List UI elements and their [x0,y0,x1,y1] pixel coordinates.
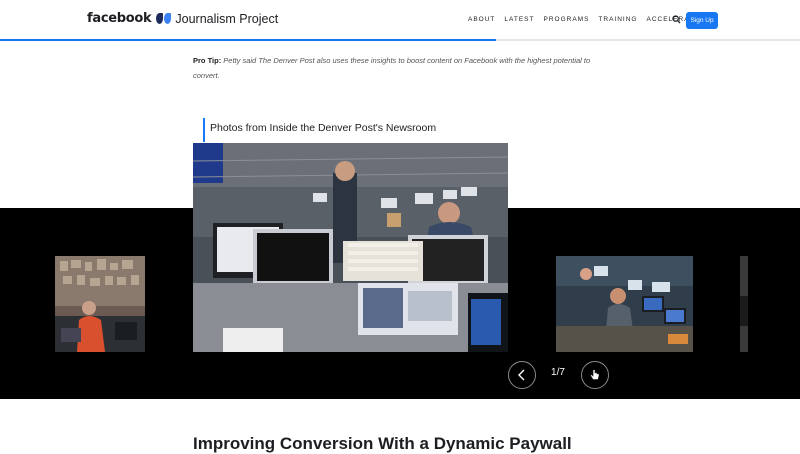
gallery-photo-current[interactable] [193,143,508,352]
nav-about[interactable]: ABOUT [468,16,495,23]
search-icon[interactable] [672,15,681,24]
quote-mark-icon [156,13,172,24]
nav-latest[interactable]: LATEST [504,16,534,23]
previous-photo-button[interactable] [508,361,536,389]
site-header: facebook Journalism Project ABOUT LATEST… [0,0,800,41]
gallery-photo-previous[interactable] [55,256,145,352]
sign-up-button[interactable]: Sign Up [686,12,718,29]
gallery-title-block: Photos from Inside the Denver Post's New… [203,118,436,142]
reading-progress-bar [0,39,800,41]
gallery-photo-peek [740,256,748,352]
nav-programs[interactable]: PROGRAMS [544,16,590,23]
pro-tip-label: Pro Tip: [193,56,222,65]
pro-tip: Pro Tip: Petty said The Denver Post also… [193,53,603,83]
nav-training[interactable]: TRAINING [598,16,637,23]
chevron-left-icon [518,369,525,381]
gallery-title: Photos from Inside the Denver Post's New… [210,122,437,134]
pointer-hand-icon [590,369,600,380]
next-photo-button[interactable] [581,361,609,389]
main-nav: ABOUT LATEST PROGRAMS TRAINING ACCELERAT… [468,16,706,23]
logo-product: Journalism Project [175,11,279,26]
gallery-photo-next[interactable] [556,256,693,352]
section-heading: Improving Conversion With a Dynamic Payw… [193,434,572,453]
site-logo[interactable]: facebook Journalism Project [87,11,278,26]
pro-tip-text: Petty said The Denver Post also uses the… [193,56,591,80]
reading-progress-fill [0,39,496,41]
logo-brand: facebook [87,11,152,26]
photo-counter: 1/7 [551,367,565,378]
